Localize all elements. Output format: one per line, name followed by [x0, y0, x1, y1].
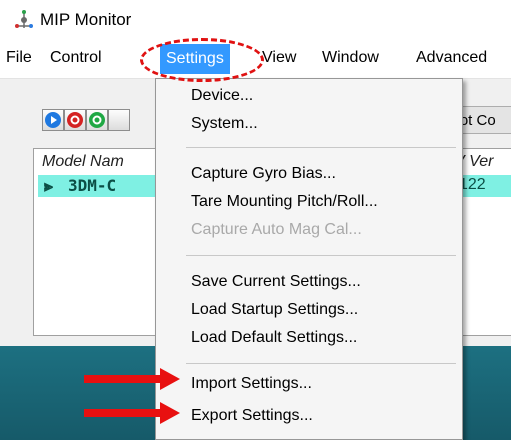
app-icon: [15, 10, 33, 28]
menu-item-capture-auto-mag-cal: Capture Auto Mag Cal...: [191, 221, 362, 238]
menu-item-system[interactable]: System...: [191, 115, 258, 133]
menu-bar: File Control Settings View Window Advanc…: [0, 40, 519, 79]
import-arrow: [84, 368, 180, 390]
menu-item-load-default-settings[interactable]: Load Default Settings...: [191, 329, 357, 347]
stop-button[interactable]: [64, 109, 86, 131]
record-icon: [89, 112, 105, 128]
menu-window[interactable]: Window: [322, 49, 379, 67]
menu-separator: [186, 363, 456, 364]
menu-item-import-settings[interactable]: Import Settings...: [191, 375, 312, 393]
arrow-head-icon: [160, 402, 180, 424]
menu-item-load-startup-settings[interactable]: Load Startup Settings...: [191, 301, 358, 319]
device-version: 122: [459, 176, 486, 193]
menu-control[interactable]: Control: [50, 49, 102, 67]
play-button[interactable]: [42, 109, 64, 131]
mip-monitor-window: MIP Monitor File Control Settings View W…: [0, 0, 519, 440]
menu-item-tare-mounting[interactable]: Tare Mounting Pitch/Roll...: [191, 193, 378, 211]
menu-advanced[interactable]: Advanced: [416, 49, 487, 67]
record-button[interactable]: [86, 109, 108, 131]
export-arrow: [84, 402, 180, 424]
toolbar-button[interactable]: [108, 109, 130, 131]
window-title: MIP Monitor: [40, 10, 132, 29]
title-bar: MIP Monitor: [0, 0, 519, 40]
arrow-head-icon: [160, 368, 180, 390]
menu-separator: [186, 147, 456, 148]
column-header-model[interactable]: Model Nam: [42, 153, 124, 171]
right-panel-edge: [511, 78, 519, 440]
device-icon: ⫸: [44, 176, 54, 195]
menu-item-device[interactable]: Device...: [191, 87, 253, 105]
menu-settings[interactable]: Settings: [160, 44, 230, 74]
menu-item-export-settings[interactable]: Export Settings...: [191, 407, 313, 425]
menu-file[interactable]: File: [6, 49, 32, 67]
menu-item-save-current-settings[interactable]: Save Current Settings...: [191, 273, 361, 291]
menu-separator: [186, 255, 456, 256]
menu-view[interactable]: View: [262, 49, 296, 67]
menu-item-capture-gyro-bias[interactable]: Capture Gyro Bias...: [191, 165, 336, 183]
settings-dropdown-menu: Device... System... Capture Gyro Bias...…: [155, 78, 463, 440]
play-icon: [45, 112, 61, 128]
device-model: 3DM-C: [68, 176, 117, 195]
stop-icon: [67, 112, 83, 128]
